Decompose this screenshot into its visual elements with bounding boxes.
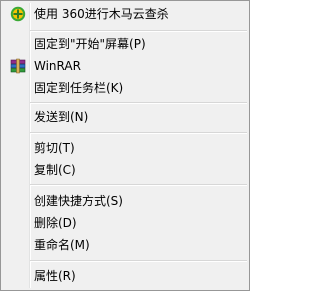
menu-item-label: 创建快捷方式(S) (34, 194, 123, 208)
menu-item-winrar[interactable]: WinRAR (3, 55, 247, 77)
menu-item-pin-to-taskbar[interactable]: 固定到任务栏(K) (3, 77, 247, 99)
menu-separator (30, 184, 247, 186)
context-menu: 使用 360进行木马云查杀 固定到"开始"屏幕(P) WinRAR 固定到任务栏… (0, 0, 250, 291)
menu-item-label: 重命名(M) (34, 238, 90, 252)
menu-item-copy[interactable]: 复制(C) (3, 159, 247, 181)
menu-item-label: 属性(R) (34, 269, 76, 283)
menu-item-360-scan[interactable]: 使用 360进行木马云查杀 (3, 3, 247, 25)
menu-separator (30, 30, 247, 32)
menu-item-pin-to-start[interactable]: 固定到"开始"屏幕(P) (3, 33, 247, 55)
menu-item-label: WinRAR (34, 59, 81, 73)
menu-item-rename[interactable]: 重命名(M) (3, 234, 247, 256)
menu-item-label: 固定到任务栏(K) (34, 81, 124, 95)
menu-separator (30, 260, 247, 262)
menu-item-create-shortcut[interactable]: 创建快捷方式(S) (3, 190, 247, 212)
menu-item-label: 剪切(T) (34, 141, 75, 155)
menu-item-send-to[interactable]: 发送到(N) (3, 106, 247, 128)
menu-item-label: 复制(C) (34, 163, 76, 177)
menu-item-delete[interactable]: 删除(D) (3, 212, 247, 234)
menu-item-label: 删除(D) (34, 216, 77, 230)
menu-item-label: 固定到"开始"屏幕(P) (34, 37, 146, 51)
menu-item-cut[interactable]: 剪切(T) (3, 137, 247, 159)
menu-separator (30, 102, 247, 104)
menu-item-label: 使用 360进行木马云查杀 (34, 7, 169, 21)
menu-item-properties[interactable]: 属性(R) (3, 265, 247, 287)
menu-item-label: 发送到(N) (34, 110, 89, 124)
winrar-icon (10, 58, 26, 74)
menu-separator (30, 132, 247, 134)
360-shield-icon (10, 6, 26, 22)
